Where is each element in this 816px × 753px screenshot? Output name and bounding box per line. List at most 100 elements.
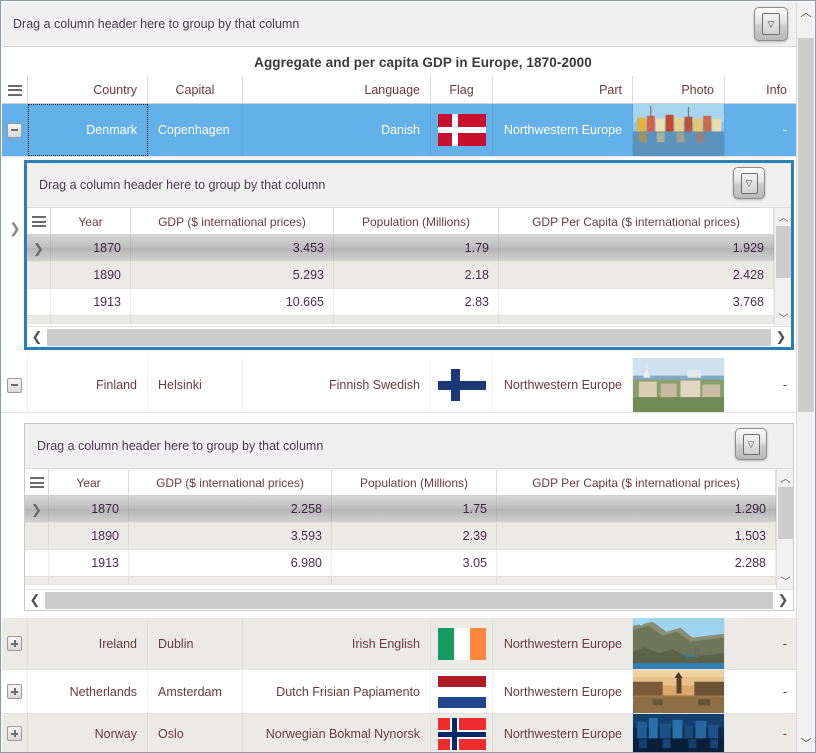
detail-column-header-gdp[interactable]: GDP ($ international prices) [129, 469, 332, 496]
detail-table-row-partial[interactable] [25, 577, 776, 585]
chevron-down-icon[interactable]: ﹀ [775, 309, 792, 326]
row-expander-ireland[interactable] [2, 618, 28, 669]
detail-filter-button[interactable]: ▽ [735, 428, 767, 460]
row-expander-finland[interactable] [2, 358, 28, 412]
filter-button[interactable]: ▽ [754, 7, 788, 41]
detail-column-header-gdp-per-capita[interactable]: GDP Per Capita ($ international prices) [497, 469, 776, 496]
main-vertical-scroll-thumb[interactable] [798, 38, 814, 412]
chevron-left-icon[interactable]: ❮ [27, 327, 47, 348]
detail-horizontal-scrollbar[interactable]: ❮ ❯ [27, 326, 791, 347]
detail-column-header-gdp-per-capita[interactable]: GDP Per Capita ($ international prices) [499, 208, 774, 235]
cell-capital: Oslo [148, 714, 243, 752]
detail-grid-menu-button[interactable] [27, 208, 51, 235]
chevron-right-icon[interactable]: ❯ [773, 590, 793, 611]
detail-table-row[interactable]: 1890 5.293 2.18 2.428 [27, 262, 774, 289]
photo-finland-helsinki-icon [633, 358, 724, 412]
main-vertical-scrollbar[interactable]: ︿ ﹀ [796, 2, 815, 752]
detail-cell-gdp-per-capita: 1.929 [499, 235, 774, 261]
chevron-up-icon[interactable]: ︿ [775, 208, 792, 225]
cell-capital: Copenhagen [148, 104, 243, 156]
detail-vertical-scrollbar[interactable]: ︿ ﹀ [774, 208, 791, 326]
detail-group-by-panel[interactable]: Drag a column header here to group by th… [27, 163, 791, 208]
table-row[interactable]: Denmark Copenhagen Danish Northwestern E… [2, 104, 798, 157]
detail-horizontal-scroll-thumb[interactable] [45, 591, 773, 609]
chevron-up-icon[interactable]: ︿ [777, 469, 794, 486]
detail-row-indicator[interactable] [25, 523, 49, 549]
cell-capital: Amsterdam [148, 670, 243, 713]
detail-vertical-scroll-thumb[interactable] [776, 226, 791, 278]
detail-column-header-gdp[interactable]: GDP ($ international prices) [131, 208, 334, 235]
detail-horizontal-scroll-thumb[interactable] [47, 328, 771, 346]
detail-row-indicator[interactable] [25, 550, 49, 576]
detail-grid-menu-button[interactable] [25, 469, 49, 496]
chevron-right-icon[interactable]: ❯ [771, 327, 791, 348]
detail-column-header-year[interactable]: Year [49, 469, 129, 496]
detail-cell-gdp-per-capita: 1.503 [497, 523, 776, 549]
detail-column-header-population[interactable]: Population (Millions) [334, 208, 499, 235]
detail-column-header-population[interactable]: Population (Millions) [332, 469, 497, 496]
hamburger-menu-icon [31, 216, 46, 227]
row-expander-netherlands[interactable] [2, 670, 28, 713]
table-row[interactable]: Netherlands Amsterdam Dutch Frisian Papi… [2, 670, 798, 714]
detail-table-row[interactable]: 1913 6.980 3.05 2.288 [25, 550, 776, 577]
detail-cell-year: 1870 [49, 496, 129, 522]
detail-table-row[interactable]: 1890 3.593 2.39 1.503 [25, 523, 776, 550]
cell-info: - [725, 358, 798, 412]
table-row[interactable]: Norway Oslo Norwegian Bokmal Nynorsk Nor… [2, 714, 798, 752]
master-grid-menu-button[interactable] [2, 76, 28, 104]
detail-cell-gdp-per-capita: 1.290 [497, 496, 776, 522]
master-column-header-row: Country Capital Language Flag Part Photo… [2, 76, 798, 104]
row-expander-denmark[interactable] [2, 104, 28, 156]
chevron-right-icon: ❯ [31, 501, 42, 517]
detail-cell-year: 1913 [49, 550, 129, 576]
detail-cell-year: 1890 [51, 262, 131, 288]
detail-cell-gdp: 2.258 [129, 496, 332, 522]
column-header-language[interactable]: Language [243, 76, 431, 104]
detail-row-indicator[interactable] [27, 262, 51, 288]
detail-vertical-scrollbar[interactable]: ︿ ﹀ [776, 469, 793, 589]
detail-table-row[interactable]: ❯ 1870 3.453 1.79 1.929 [27, 235, 774, 262]
detail-group-by-hint-text: Drag a column header here to group by th… [39, 178, 326, 192]
grid-title: Aggregate and per capita GDP in Europe, … [48, 48, 798, 76]
cell-country: Denmark [28, 104, 148, 156]
detail-cell-population [332, 577, 497, 584]
chevron-up-icon[interactable]: ︿ [797, 2, 815, 22]
cell-part: Northwestern Europe [493, 104, 633, 156]
chevron-down-icon[interactable]: ﹀ [777, 572, 794, 589]
column-header-capital[interactable]: Capital [148, 76, 243, 104]
chevron-down-icon[interactable]: ﹀ [797, 733, 815, 752]
detail-column-header-year[interactable]: Year [51, 208, 131, 235]
detail-filter-button[interactable]: ▽ [733, 167, 765, 199]
column-header-photo[interactable]: Photo [633, 76, 725, 104]
cell-capital: Helsinki [148, 358, 243, 412]
detail-cell-population: 1.75 [332, 496, 497, 522]
detail-table-row-partial[interactable] [27, 316, 774, 324]
detail-row-indicator[interactable] [27, 289, 51, 315]
column-header-flag[interactable]: Flag [431, 76, 493, 104]
column-header-country[interactable]: Country [28, 76, 148, 104]
group-by-panel[interactable]: Drag a column header here to group by th… [2, 2, 798, 47]
flag-ireland-icon [437, 627, 486, 660]
cell-country: Norway [28, 714, 148, 752]
detail-cell-population [334, 316, 499, 323]
detail-row-indicator[interactable]: ❯ [25, 496, 49, 522]
table-row[interactable]: Ireland Dublin Irish English Northwester… [2, 618, 798, 670]
row-expander-norway[interactable] [2, 714, 28, 752]
detail-row-indicator[interactable]: ❯ [27, 235, 51, 261]
cell-photo [633, 670, 725, 713]
detail-cell-population: 1.79 [334, 235, 499, 261]
table-row[interactable]: Finland Helsinki Finnish Swedish Northwe… [2, 358, 798, 413]
detail-horizontal-scrollbar[interactable]: ❮ ❯ [25, 589, 793, 610]
detail-cell-gdp: 5.293 [131, 262, 334, 288]
master-row-indicator-chevron[interactable]: ❯ [9, 220, 21, 237]
detail-vertical-scroll-thumb[interactable] [778, 487, 793, 539]
column-header-info[interactable]: Info [725, 76, 798, 104]
detail-table-row[interactable]: 1913 10.665 2.83 3.768 [27, 289, 774, 316]
detail-table-row[interactable]: ❯ 1870 2.258 1.75 1.290 [25, 496, 776, 523]
detail-cell-population: 2.83 [334, 289, 499, 315]
column-header-part[interactable]: Part [493, 76, 633, 104]
detail-cell-gdp-per-capita: 3.768 [499, 289, 774, 315]
cell-info: - [725, 714, 798, 752]
chevron-left-icon[interactable]: ❮ [25, 590, 45, 611]
detail-group-by-panel[interactable]: Drag a column header here to group by th… [25, 424, 793, 469]
